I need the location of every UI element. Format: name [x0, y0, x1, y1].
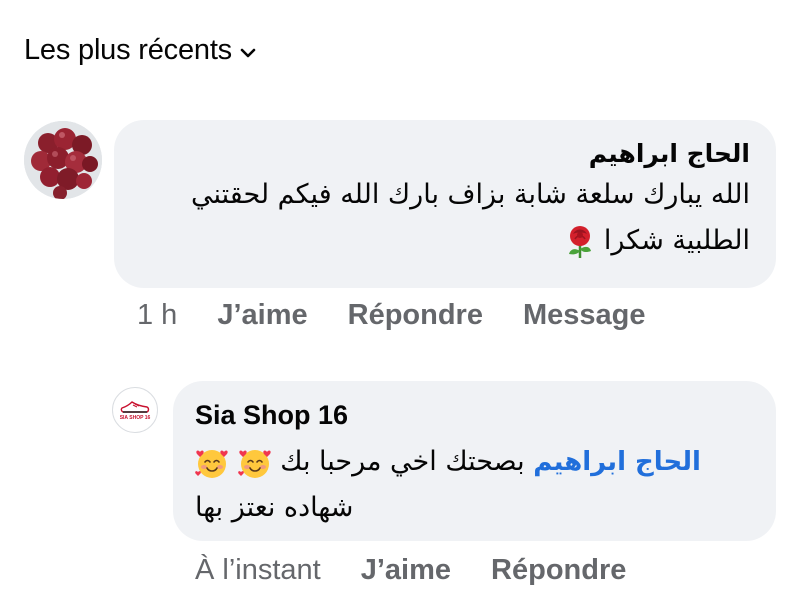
reply-button[interactable]: Répondre	[348, 299, 483, 332]
like-button[interactable]: J’aime	[361, 554, 451, 587]
chevron-down-icon	[240, 48, 256, 57]
reply-bubble: Sia Shop 16 الحاج ابراهيم بصحتك اخي مرحب…	[173, 381, 776, 541]
sort-label: Les plus récents	[24, 34, 232, 66]
avatar[interactable]: SIA SHOP 16	[112, 387, 158, 433]
reply-author[interactable]: Sia Shop 16	[195, 397, 776, 433]
message-button[interactable]: Message	[523, 299, 646, 332]
reply-timestamp[interactable]: À l’instant	[195, 554, 321, 587]
comment-text-line-2-text: الطلبية شكرا	[603, 225, 750, 256]
sort-dropdown[interactable]: Les plus récents	[24, 34, 256, 67]
sia-shop-logo	[120, 401, 150, 413]
grapes-avatar-image	[24, 121, 102, 199]
comment-text-line-1: الله يبارك سلعة شابة بزاف بارك الله فيكم…	[190, 179, 750, 210]
reply-text-line-1-text: بصحتك اخي مرحبا بك	[280, 446, 525, 477]
smiling-face-with-hearts-icon	[195, 449, 228, 478]
reply-text-line-1: الحاج ابراهيم بصحتك اخي مرحبا بك	[195, 439, 753, 485]
comment-text-line-2: الطلبية شكرا	[114, 218, 750, 264]
smiling-face-with-hearts-icon	[237, 449, 271, 478]
comment-actions: 1 h J’aime Répondre Message	[137, 299, 685, 332]
reply-button[interactable]: Répondre	[491, 554, 626, 587]
mention-link[interactable]: الحاج ابراهيم	[533, 447, 701, 477]
like-button[interactable]: J’aime	[217, 299, 307, 332]
comment-timestamp[interactable]: 1 h	[137, 299, 177, 332]
reply-text: الحاج ابراهيم بصحتك اخي مرحبا بك شهاده ن…	[195, 439, 753, 531]
reply-text-line-2: شهاده نعتز بها	[195, 492, 354, 523]
sia-shop-logo-text: SIA SHOP 16	[119, 415, 151, 421]
rose-icon	[569, 225, 592, 258]
comment-bubble: الحاج ابراهيم الله يبارك سلعة شابة بزاف …	[114, 120, 776, 288]
reply-actions: À l’instant J’aime Répondre	[195, 554, 666, 587]
comment-author[interactable]: الحاج ابراهيم	[114, 136, 750, 172]
avatar[interactable]	[24, 121, 102, 199]
